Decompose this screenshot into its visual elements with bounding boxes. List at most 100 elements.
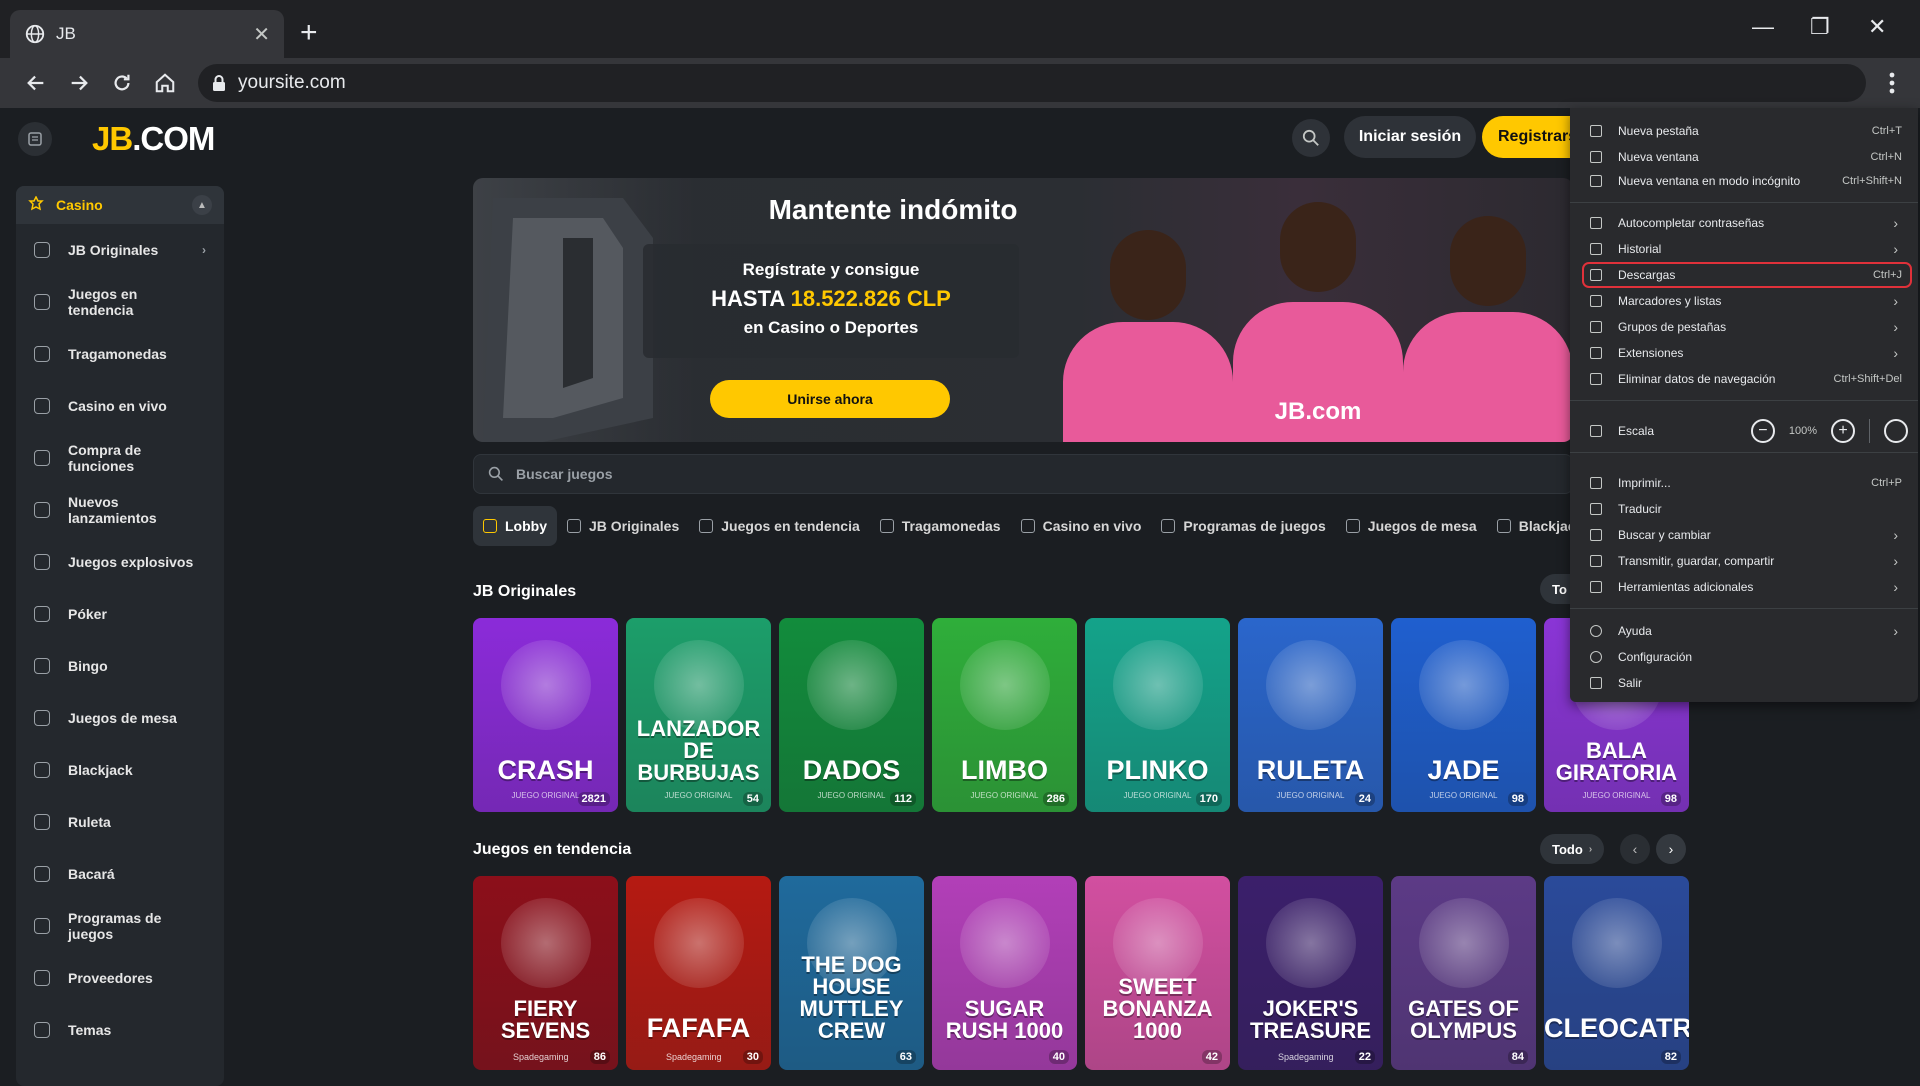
restore-icon[interactable]: ❐ (1810, 14, 1830, 40)
game-name: JOKER'S TREASURE (1249, 996, 1371, 1043)
sidebar-item-icon (34, 918, 50, 934)
next-page-icon[interactable]: › (1656, 834, 1686, 864)
back-icon[interactable] (20, 67, 52, 99)
game-card[interactable]: PLINKO JUEGO ORIGINAL 170 (1085, 618, 1230, 812)
game-card[interactable]: CRASH JUEGO ORIGINAL 2821 (473, 618, 618, 812)
banner-line2: HASTA 18.522.826 CLP (643, 286, 1019, 312)
browser-tab[interactable]: JB ✕ (10, 10, 284, 58)
sidebar: Casino ▲ JB Originales › Juegos en tendenc… (16, 186, 224, 1086)
sidebar-item[interactable]: Nuevos lanzamientos (16, 484, 224, 536)
sidebar-item[interactable]: Blackjack (16, 744, 224, 796)
incognito-icon (1590, 175, 1602, 187)
new-tab-icon[interactable]: + (300, 18, 318, 48)
sidebar-item[interactable]: Juegos en tendencia (16, 276, 224, 328)
category-tab[interactable]: Juegos de mesa (1336, 506, 1487, 546)
game-card[interactable]: JOKER'S TREASURE Spadegaming 22 (1238, 876, 1383, 1070)
category-icon (1020, 519, 1035, 533)
sidebar-item-label: Tragamonedas (68, 346, 167, 362)
game-card[interactable]: CLEOCATRA 82 (1544, 876, 1689, 1070)
sidebar-item[interactable]: Bingo (16, 640, 224, 692)
menu-print[interactable]: Imprimir... Ctrl+P (1570, 470, 1918, 496)
prev-page-icon[interactable]: ‹ (1620, 834, 1650, 864)
sidebar-item[interactable]: Ruleta (16, 796, 224, 848)
reload-icon[interactable] (106, 67, 138, 99)
menu-downloads[interactable]: Descargas Ctrl+J (1582, 262, 1912, 288)
menu-extensions[interactable]: Extensiones › (1570, 340, 1918, 366)
menu-incognito[interactable]: Nueva ventana en modo incógnito Ctrl+Shif… (1570, 168, 1918, 194)
sidebar-item[interactable]: Juegos explosivos (16, 536, 224, 588)
menu-bookmarks[interactable]: Marcadores y listas › (1570, 288, 1918, 314)
category-tab[interactable]: Programas de juegos (1151, 506, 1335, 546)
category-tab[interactable]: JB Originales (557, 506, 689, 546)
see-all-trending-button[interactable]: Todo › (1540, 834, 1605, 864)
menu-passwords[interactable]: Autocompletar contraseñas › (1570, 210, 1918, 236)
menu-toggle-icon[interactable] (18, 122, 52, 156)
game-search-input[interactable]: Buscar juegos (473, 454, 1573, 494)
sidebar-section-casino[interactable]: Casino ▲ (16, 186, 224, 224)
join-now-button[interactable]: Unirse ahora (710, 380, 950, 418)
game-card[interactable]: JADE JUEGO ORIGINAL 98 (1391, 618, 1536, 812)
register-button[interactable]: Registrarse (1482, 116, 1582, 158)
game-card[interactable]: RULETA JUEGO ORIGINAL 24 (1238, 618, 1383, 812)
sidebar-item[interactable]: Bacará (16, 848, 224, 900)
menu-new-tab[interactable]: Nueva pestaña Ctrl+T (1570, 118, 1918, 144)
zoom-in-icon[interactable]: + (1831, 419, 1855, 443)
close-window-icon[interactable]: ✕ (1868, 14, 1886, 40)
game-name: BALA GIRATORIA (1555, 738, 1678, 785)
category-tab[interactable]: Blackjack (1487, 506, 1573, 546)
chevron-up-icon[interactable]: ▲ (192, 195, 212, 215)
login-button[interactable]: Iniciar sesión (1344, 116, 1476, 158)
header-search-icon[interactable] (1292, 119, 1330, 157)
zoom-out-icon[interactable]: − (1750, 419, 1775, 443)
sidebar-item[interactable]: Compra de funciones (16, 432, 224, 484)
menu-new-window[interactable]: Nueva ventana Ctrl+N (1570, 144, 1918, 170)
game-card[interactable]: LANZADOR DE BURBUJAS JUEGO ORIGINAL 54 (626, 618, 771, 812)
category-icon (699, 519, 714, 533)
menu-cast[interactable]: Transmitir, guardar, compartir › (1570, 548, 1918, 574)
category-tab[interactable]: Lobby (473, 506, 557, 546)
menu-tab-groups[interactable]: Grupos de pestañas › (1570, 314, 1918, 340)
sidebar-item[interactable]: Póker (16, 588, 224, 640)
menu-more-tools[interactable]: Herramientas adicionales › (1570, 574, 1918, 600)
game-art (653, 898, 744, 988)
menu-find[interactable]: Buscar y cambiar › (1570, 522, 1918, 548)
chrome-menu-icon[interactable] (1880, 70, 1904, 96)
category-tab[interactable]: Casino en vivo (1011, 506, 1152, 546)
sidebar-item[interactable]: Programas de juegos (16, 900, 224, 952)
game-card[interactable]: SUGAR RUSH 1000 40 (932, 876, 1077, 1070)
sidebar-item[interactable]: Juegos de mesa (16, 692, 224, 744)
game-card[interactable]: FAFAFA Spadegaming 30 (626, 876, 771, 1070)
banner-players-image: JB.com (1063, 178, 1573, 442)
game-card[interactable]: DADOS JUEGO ORIGINAL 112 (779, 618, 924, 812)
game-card[interactable]: THE DOG HOUSE MUTTLEY CREW 63 (779, 876, 924, 1070)
fullscreen-icon[interactable] (1884, 419, 1908, 443)
menu-history[interactable]: Historial › (1570, 236, 1918, 262)
menu-translate[interactable]: Traducir (1570, 496, 1918, 522)
game-card[interactable]: LIMBO JUEGO ORIGINAL 286 (932, 618, 1077, 812)
category-tab[interactable]: Tragamonedas (870, 506, 1011, 546)
menu-settings[interactable]: Configuración (1570, 644, 1918, 670)
game-card[interactable]: SWEET BONANZA 1000 42 (1085, 876, 1230, 1070)
address-bar[interactable]: yoursite.com (198, 64, 1866, 102)
close-tab-icon[interactable]: ✕ (253, 22, 270, 47)
sidebar-item[interactable]: Proveedores (16, 952, 224, 1004)
sidebar-item[interactable]: JB Originales › (16, 224, 224, 276)
menu-exit[interactable]: Salir (1570, 670, 1918, 696)
category-tab[interactable]: Juegos en tendencia (689, 506, 869, 546)
game-card[interactable]: GATES OF OLYMPUS 84 (1391, 876, 1536, 1070)
site-logo[interactable]: JB.COM (92, 120, 215, 158)
game-card[interactable]: FIERY SEVENS Spadegaming 86 (473, 876, 618, 1070)
sidebar-item[interactable]: Tragamonedas (16, 328, 224, 380)
player-count: 22 (1354, 1050, 1375, 1064)
menu-clear-data[interactable]: Eliminar datos de navegación Ctrl+Shift+D… (1570, 366, 1918, 392)
sidebar-item[interactable]: Casino en vivo (16, 380, 224, 432)
sidebar-item[interactable]: Temas (16, 1004, 224, 1056)
menu-help[interactable]: Ayuda › (1570, 618, 1918, 644)
sidebar-item-icon (34, 346, 50, 362)
home-icon[interactable] (149, 67, 181, 99)
originals-grid: CRASH JUEGO ORIGINAL 2821 LANZADOR DE BURBU… (473, 618, 1689, 812)
sidebar-item-label: Blackjack (68, 762, 133, 778)
casino-icon (28, 194, 44, 215)
forward-icon[interactable] (63, 67, 95, 99)
minimize-icon[interactable]: — (1752, 14, 1774, 40)
